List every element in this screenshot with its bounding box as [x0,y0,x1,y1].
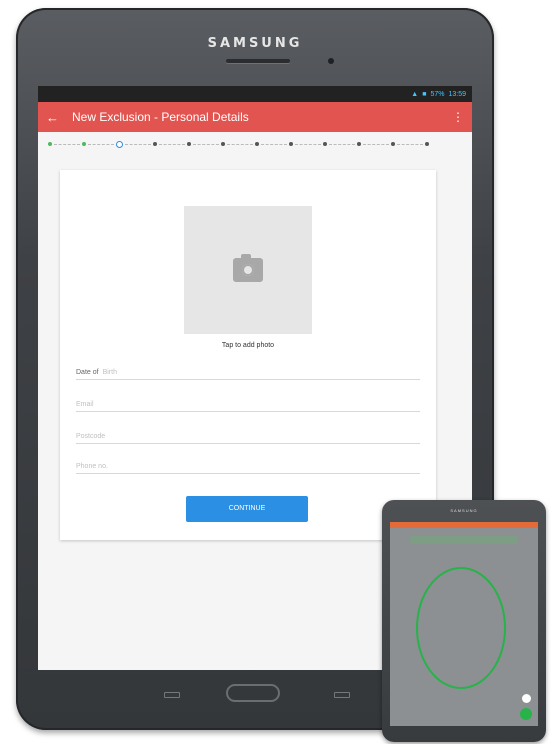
front-camera [328,58,334,64]
capture-instruction [410,536,518,544]
face-frame [416,567,506,689]
step-3-indicator [116,140,123,148]
status-bar: ▲ ■ 57% 13:59 [38,86,472,102]
capture-button[interactable] [520,708,532,720]
field-placeholder: Birth [102,369,117,376]
step-connector [227,143,253,145]
secondary-tablet: SAMSUNG [382,500,546,742]
field-placeholder: Email [76,401,94,408]
battery-level: 57% [430,90,445,98]
step-4-indicator [153,142,157,146]
recent-apps-key[interactable] [164,692,180,698]
step-2-indicator [82,142,86,146]
add-photo-label: Tap to add photo [221,342,275,349]
step-11-indicator [391,142,395,146]
clock: 13:59 [448,90,466,98]
step-5-indicator [187,142,191,146]
home-button[interactable] [226,684,280,702]
back-key[interactable] [334,692,350,698]
progress-stepper [38,132,472,156]
battery-icon: ■ [422,90,427,98]
step-connector [159,143,185,145]
step-connector [193,143,219,145]
personal-details-card: Tap to add photo Date of Birth Email Pos… [60,170,436,540]
app-bar: ← New Exclusion - Personal Details ⋮ [38,102,472,132]
switch-camera-button[interactable] [522,694,531,703]
phone-field[interactable]: Phone no. [76,456,420,474]
device-brand: SAMSUNG [207,36,303,51]
wifi-icon: ▲ [411,90,419,98]
step-7-indicator [255,142,259,146]
face-capture-screen [390,522,538,726]
add-photo-button[interactable] [184,206,312,334]
step-connector [125,143,151,145]
continue-button[interactable]: CONTINUE [186,496,308,522]
email-field[interactable]: Email [76,394,420,412]
postcode-field[interactable]: Postcode [76,426,420,444]
date-of-birth-field[interactable]: Date of Birth [76,362,420,380]
field-label: Date of [76,369,99,376]
camera-icon [233,254,263,282]
speaker-grille [226,59,290,63]
step-6-indicator [221,142,225,146]
field-placeholder: Postcode [76,433,106,440]
more-vertical-icon[interactable]: ⋮ [452,110,464,124]
step-connector [397,143,423,145]
step-connector [54,143,80,145]
step-connector [363,143,389,145]
step-connector [261,143,287,145]
step-8-indicator [289,142,293,146]
step-1-indicator [48,142,52,146]
page-title: New Exclusion - Personal Details [72,110,249,124]
app-bar-small [390,522,538,528]
field-placeholder: Phone no. [76,463,108,470]
arrow-left-icon[interactable]: ← [46,110,62,125]
device-brand-small: SAMSUNG [450,508,478,513]
step-connector [329,143,355,145]
step-12-indicator [425,142,429,146]
step-connector [295,143,321,145]
step-10-indicator [357,142,361,146]
step-9-indicator [323,142,327,146]
step-connector [88,143,114,145]
